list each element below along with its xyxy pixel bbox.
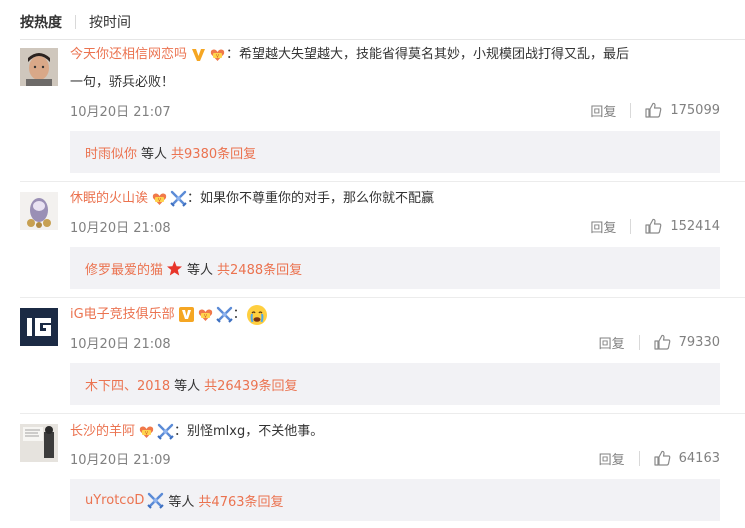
gold-v-icon[interactable] — [178, 306, 195, 323]
reply-username[interactable]: uYrotcoD — [85, 493, 144, 508]
reply-count-link[interactable]: 共4763条回复 — [198, 491, 283, 510]
tab-hot[interactable]: 按热度 — [20, 12, 62, 32]
comment-text: ：如果你不尊重你的对手，那么你就不配赢 — [187, 191, 435, 206]
meta-divider — [630, 218, 632, 234]
gold-v-icon[interactable] — [190, 46, 207, 63]
red-star-icon — [167, 260, 183, 275]
avatar[interactable] — [20, 192, 58, 230]
thumbs-up-icon — [654, 334, 670, 350]
avatar[interactable] — [20, 308, 58, 346]
comment-divider — [20, 297, 745, 298]
svg-text:V: V — [216, 53, 219, 58]
like-count: 175099 — [670, 102, 720, 118]
like-count: 79330 — [678, 334, 720, 350]
crossed-swords-icon[interactable] — [157, 423, 174, 440]
super-fan-icon[interactable]: V — [197, 306, 214, 323]
reply-etc-label: 等人 — [168, 494, 195, 510]
reply-button[interactable]: 回复 — [590, 101, 616, 120]
thumbs-up-icon — [645, 102, 662, 118]
like-count: 64163 — [678, 450, 720, 466]
super-fan-icon[interactable]: V — [151, 190, 168, 207]
reply-etc-label: 等人 — [141, 146, 168, 162]
crossed-swords-icon[interactable] — [170, 190, 187, 207]
reply-button[interactable]: 回复 — [590, 217, 616, 236]
super-fan-icon[interactable]: V — [209, 46, 226, 63]
user-badges: V — [178, 306, 233, 323]
svg-text:V: V — [204, 313, 207, 318]
crossed-swords-icon[interactable] — [215, 306, 233, 323]
reply-summary[interactable]: 修罗最爱的猫 等人 共2488条回复 — [70, 247, 720, 289]
reply-summary[interactable]: 时雨似你 等人 共9380条回复 — [70, 131, 720, 173]
crying-face-emoji — [246, 304, 267, 325]
tab-divider — [75, 15, 76, 29]
avatar[interactable] — [20, 48, 58, 86]
thumbs-up-icon — [645, 218, 662, 234]
like-button[interactable]: 79330 — [654, 334, 720, 350]
meta-divider — [638, 334, 640, 350]
reply-etc-label: 等人 — [174, 378, 201, 394]
comment-text: ： — [232, 307, 246, 322]
comment-meta: 10月20日 21:08 回复 79330 — [70, 332, 720, 352]
header-divider — [20, 39, 745, 40]
comment-meta: 10月20日 21:08 回复 152414 — [70, 216, 720, 236]
super-fan-icon[interactable]: V — [138, 423, 155, 440]
reply-count-link[interactable]: 共26439条回复 — [204, 375, 297, 394]
meta-divider — [630, 102, 632, 118]
timestamp: 10月20日 21:09 — [70, 452, 171, 468]
reply-username[interactable]: 木下四、2018 — [85, 375, 170, 394]
comment-username[interactable]: 休眠的火山诶 — [70, 191, 148, 206]
timestamp: 10月20日 21:08 — [70, 220, 171, 236]
comment-divider — [20, 413, 745, 414]
svg-text:V: V — [158, 197, 161, 202]
meta-divider — [638, 450, 640, 466]
timestamp: 10月20日 21:08 — [70, 336, 171, 352]
comment-text: ：希望越大失望越大，技能省得莫名其妙，小规模团战打得又乱，最后 — [226, 47, 630, 62]
reply-button[interactable]: 回复 — [599, 333, 625, 352]
reply-etc-label: 等人 — [187, 262, 214, 278]
reply-username[interactable]: 修罗最爱的猫 — [85, 259, 163, 278]
reply-summary[interactable]: 木下四、2018 等人 共26439条回复 — [70, 363, 720, 405]
svg-text:V: V — [145, 430, 148, 435]
like-count: 152414 — [670, 218, 720, 234]
comment-username[interactable]: iG电子竞技俱乐部 — [70, 307, 175, 322]
reply-count-link[interactable]: 共2488条回复 — [217, 259, 302, 278]
comment-meta: 10月20日 21:07 回复 175099 — [70, 100, 720, 120]
thumbs-up-icon — [654, 450, 670, 466]
avatar[interactable] — [20, 424, 58, 462]
timestamp: 10月20日 21:07 — [70, 104, 171, 120]
user-badges: V — [190, 46, 226, 63]
comment-username[interactable]: 长沙的羊阿 — [70, 424, 135, 439]
like-button[interactable]: 64163 — [654, 450, 720, 466]
reply-count-link[interactable]: 共9380条回复 — [171, 143, 256, 162]
comment-username[interactable]: 今天你还相信网恋吗 — [70, 47, 187, 62]
like-button[interactable]: 152414 — [645, 218, 720, 234]
comment-divider — [20, 181, 745, 182]
comment-text-continued: 一句，骄兵必败！ — [70, 75, 175, 90]
crossed-swords-icon — [147, 492, 165, 509]
sort-tabs: 按热度 按时间 — [20, 12, 131, 32]
comment-meta: 10月20日 21:09 回复 64163 — [70, 448, 720, 468]
tab-time[interactable]: 按时间 — [89, 12, 131, 32]
user-badges: V — [151, 190, 187, 207]
comment-text: ：别怪mlxg，不关他事。 — [174, 424, 324, 439]
like-button[interactable]: 175099 — [645, 102, 720, 118]
user-badges: V — [138, 423, 174, 440]
reply-button[interactable]: 回复 — [599, 449, 625, 468]
reply-summary[interactable]: uYrotcoD 等人 共4763条回复 — [70, 479, 720, 521]
reply-username[interactable]: 时雨似你 — [85, 143, 137, 162]
